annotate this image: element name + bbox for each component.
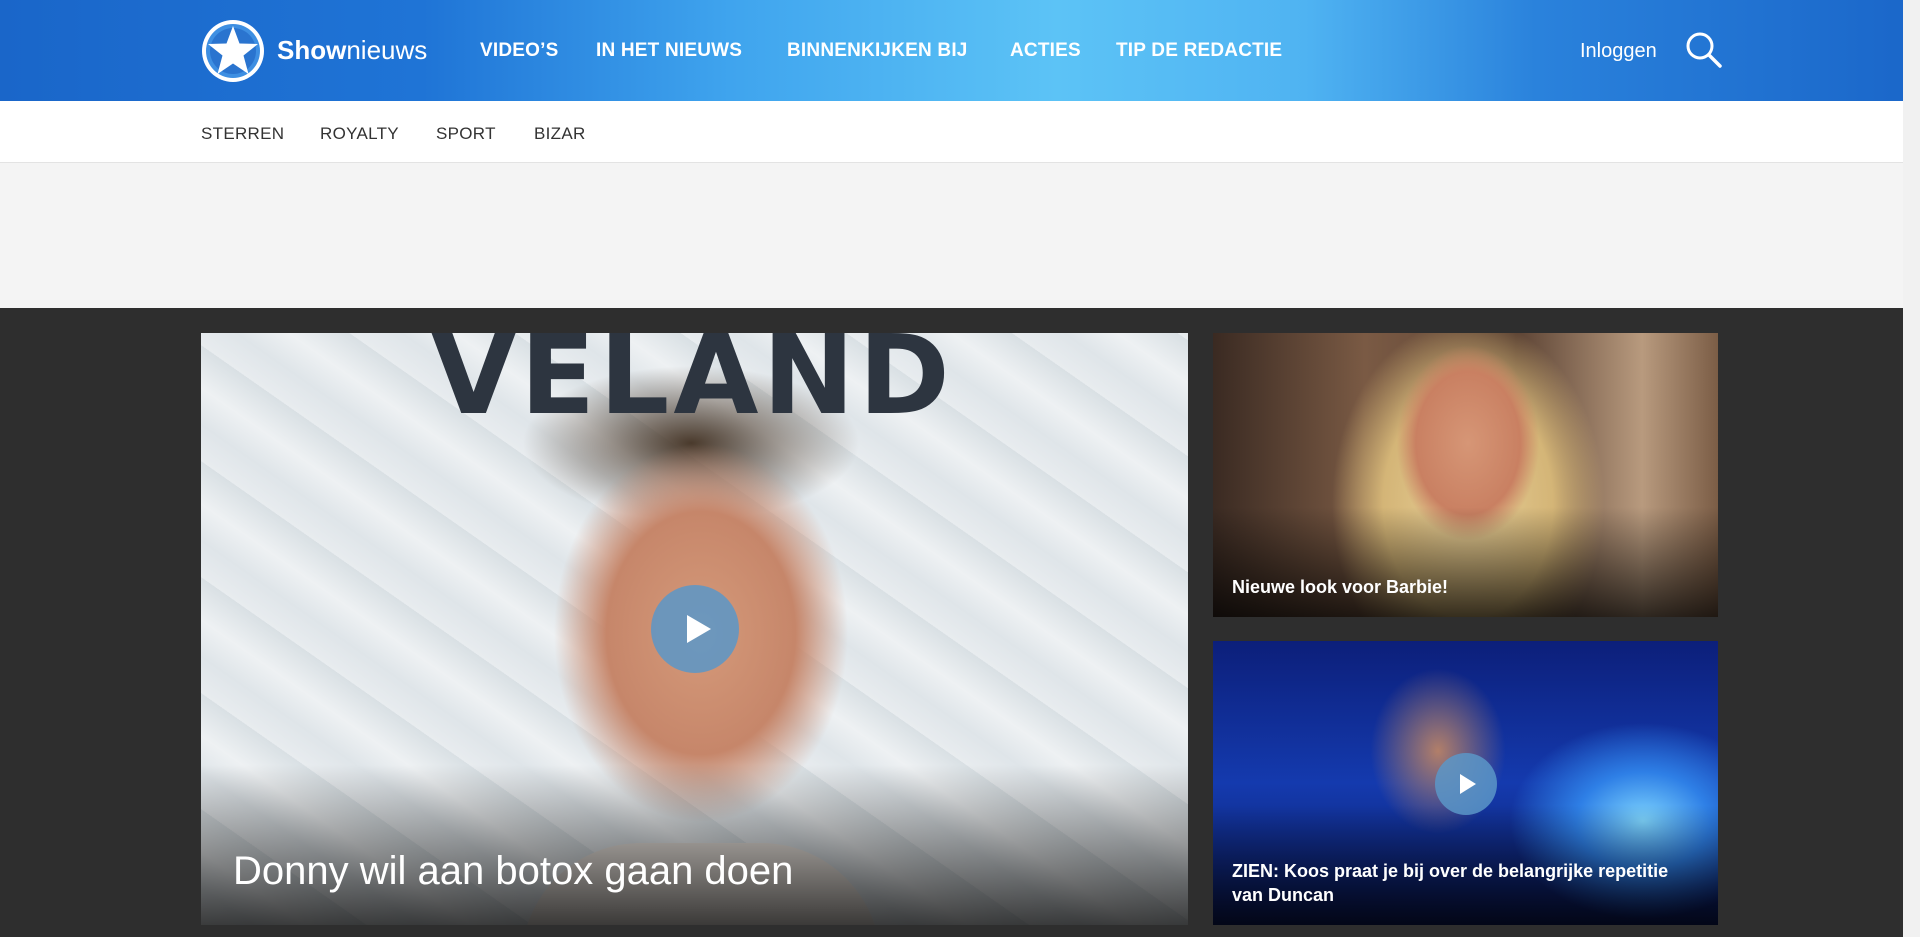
featured-article-title[interactable]: Donny wil aan botox gaan doen (233, 847, 793, 895)
play-icon[interactable] (651, 585, 739, 673)
article-title[interactable]: ZIEN: Koos praat je bij over de belangri… (1232, 859, 1702, 907)
scrollbar[interactable] (1903, 0, 1920, 937)
nav-item-videos[interactable]: VIDEO’S (480, 39, 558, 63)
nav-item-binnenkijken-bij[interactable]: BINNENKIJKEN BIJ (787, 39, 968, 63)
featured-article-card[interactable]: VELAND Donny wil aan botox gaan doen (201, 333, 1188, 925)
search-icon[interactable] (1685, 31, 1723, 69)
hero-image-background-text: VELAND (431, 333, 954, 439)
brand-bold: Show (277, 35, 347, 65)
category-nav: STERREN ROYALTY SPORT BIZAR (0, 101, 1920, 163)
brand-light: nieuws (346, 35, 428, 65)
nav-item-in-het-nieuws[interactable]: IN HET NIEUWS (596, 39, 742, 63)
article-title[interactable]: Nieuwe look voor Barbie! (1232, 575, 1448, 599)
site-header: Shownieuws VIDEO’S IN HET NIEUWS BINNENK… (0, 0, 1920, 101)
hero-gradient (201, 765, 1188, 925)
category-sterren[interactable]: STERREN (201, 124, 284, 144)
category-royalty[interactable]: ROYALTY (320, 124, 399, 144)
category-bizar[interactable]: BIZAR (534, 124, 586, 144)
login-link[interactable]: Inloggen (1580, 39, 1657, 63)
nav-item-acties[interactable]: ACTIES (1010, 39, 1081, 63)
card-gradient (1213, 507, 1718, 617)
star-logo-icon[interactable] (201, 19, 265, 83)
category-sport[interactable]: SPORT (436, 124, 496, 144)
brand-name[interactable]: Shownieuws (277, 35, 427, 65)
article-card-barbie[interactable]: Nieuwe look voor Barbie! (1213, 333, 1718, 617)
ad-banner-space (0, 163, 1920, 308)
play-icon[interactable] (1435, 753, 1497, 815)
article-card-duncan[interactable]: ZIEN: Koos praat je bij over de belangri… (1213, 641, 1718, 925)
nav-item-tip-de-redactie[interactable]: TIP DE REDACTIE (1116, 39, 1282, 63)
